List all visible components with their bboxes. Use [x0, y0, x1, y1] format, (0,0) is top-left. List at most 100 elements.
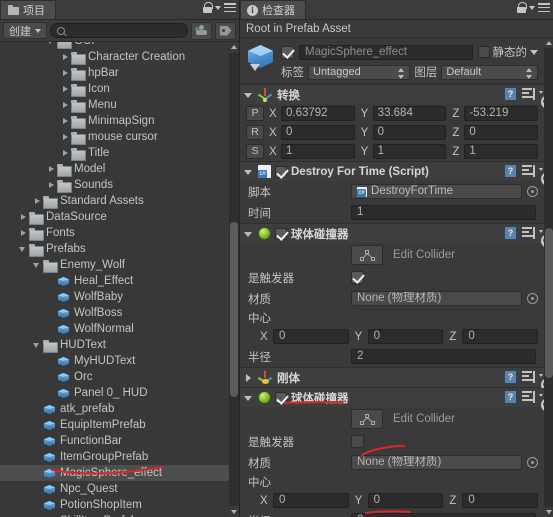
chevron-down-icon[interactable]	[32, 337, 43, 353]
help-book-icon[interactable]: ?	[504, 164, 517, 178]
radius-field[interactable]: 2	[351, 349, 536, 364]
scroll-down-icon[interactable]	[544, 507, 553, 517]
tree-item-icon[interactable]: Icon	[0, 81, 232, 97]
component-enabled-checkbox[interactable]	[275, 227, 287, 240]
chevron-right-icon[interactable]	[60, 49, 71, 65]
tree-item-fonts[interactable]: Fonts	[0, 225, 232, 241]
tree-item-mouse-cursor[interactable]: mouse cursor	[0, 129, 232, 145]
lock-icon[interactable]	[203, 2, 213, 13]
chevron-down-icon[interactable]	[530, 49, 538, 55]
center-field-x[interactable]: 0	[273, 329, 349, 344]
preset-icon[interactable]	[522, 88, 535, 100]
center-field-z[interactable]: 0	[462, 493, 539, 508]
tree-item-skillitemprefab[interactable]: SkillItemPrefab	[0, 513, 232, 517]
tree-item-menu[interactable]: Menu	[0, 97, 232, 113]
tag-dropdown[interactable]: Untagged	[308, 64, 411, 80]
chevron-down-icon[interactable]	[529, 5, 535, 10]
tree-item-magicsphere-effect[interactable]: MagicSphere_effect	[0, 465, 232, 481]
preset-icon[interactable]	[522, 227, 535, 239]
object-picker-icon[interactable]	[527, 293, 538, 304]
filter-by-type-button[interactable]	[191, 21, 212, 40]
gameobject-name-field[interactable]: MagicSphere_effect	[299, 44, 473, 60]
scroll-down-icon[interactable]	[229, 506, 239, 517]
project-scrollbar[interactable]	[229, 42, 239, 517]
edit-collider-button[interactable]	[351, 409, 383, 429]
help-book-icon[interactable]: ?	[504, 226, 517, 240]
search-input[interactable]	[69, 24, 181, 37]
chevron-down-icon[interactable]	[243, 226, 254, 242]
edit-collider-button[interactable]	[351, 245, 383, 265]
transform-field-y[interactable]: 1	[372, 144, 447, 159]
script-object-field[interactable]: DestroyForTime	[351, 184, 522, 199]
material-object-field[interactable]: None (物理材质)	[351, 455, 522, 470]
tree-item-hpbar[interactable]: hpBar	[0, 65, 232, 81]
search-box[interactable]	[50, 23, 188, 38]
center-field-y[interactable]: 0	[367, 493, 444, 508]
tab-project[interactable]: 项目	[0, 0, 56, 19]
tree-item-myhudtext[interactable]: MyHUDText	[0, 353, 232, 369]
tree-item-character-creation[interactable]: Character Creation	[0, 49, 232, 65]
center-field-x[interactable]: 0	[273, 493, 349, 508]
tree-item-potionshopitem[interactable]: PotionShopItem	[0, 497, 232, 513]
transform-row-button[interactable]: S	[246, 144, 264, 159]
component-header-sphere-collider-1[interactable]: 球体碰撞器 ?	[240, 224, 544, 243]
help-book-icon[interactable]: ?	[504, 87, 517, 101]
transform-field-x[interactable]: 0	[281, 125, 355, 140]
transform-field-y[interactable]: 33.684	[372, 106, 447, 121]
preset-icon[interactable]	[522, 371, 535, 383]
is-trigger-checkbox[interactable]	[351, 271, 364, 284]
tree-item-wolfbaby[interactable]: WolfBaby	[0, 289, 232, 305]
transform-field-z[interactable]: 0	[464, 125, 539, 140]
material-object-field[interactable]: None (物理材质)	[351, 291, 522, 306]
is-trigger-checkbox[interactable]	[351, 435, 364, 448]
object-picker-icon[interactable]	[527, 186, 538, 197]
preset-icon[interactable]	[522, 391, 535, 403]
chevron-right-icon[interactable]	[46, 177, 57, 193]
chevron-down-icon[interactable]	[46, 42, 57, 49]
chevron-down-icon[interactable]	[32, 257, 43, 273]
transform-field-z[interactable]: 1	[464, 144, 539, 159]
component-header-destroy-for-time-script[interactable]: Destroy For Time (Script) ?	[240, 162, 544, 181]
tree-item-orc[interactable]: Orc	[0, 369, 232, 385]
tree-item-atk-prefab[interactable]: atk_prefab	[0, 401, 232, 417]
create-button[interactable]: 创建	[3, 22, 47, 39]
static-checkbox[interactable]	[477, 46, 490, 58]
tree-item-npc-quest[interactable]: Npc_Quest	[0, 481, 232, 497]
help-book-icon[interactable]: ?	[504, 390, 517, 404]
time-field[interactable]: 1	[351, 205, 536, 220]
chevron-right-icon[interactable]	[243, 370, 254, 386]
tree-item-wolfboss[interactable]: WolfBoss	[0, 305, 232, 321]
tree-item-title[interactable]: Title	[0, 145, 232, 161]
tree-item-panel-0-hud[interactable]: Panel 0_ HUD	[0, 385, 232, 401]
tree-item-minimapsign[interactable]: MinimapSign	[0, 113, 232, 129]
center-field-y[interactable]: 0	[367, 329, 444, 344]
tree-item-sounds[interactable]: Sounds	[0, 177, 232, 193]
transform-row-button[interactable]: P	[246, 106, 264, 121]
object-picker-icon[interactable]	[527, 457, 538, 468]
chevron-right-icon[interactable]	[60, 81, 71, 97]
tree-item-enemy-wolf[interactable]: Enemy_Wolf	[0, 257, 232, 273]
transform-field-z[interactable]: -53.219	[464, 106, 539, 121]
chevron-down-icon[interactable]	[18, 241, 29, 257]
scroll-up-icon[interactable]	[229, 42, 239, 53]
component-header-transform[interactable]: 转换 ?	[240, 85, 544, 104]
transform-row-button[interactable]: R	[246, 125, 264, 140]
chevron-right-icon[interactable]	[18, 209, 29, 225]
scrollbar-thumb[interactable]	[544, 228, 553, 378]
chevron-right-icon[interactable]	[18, 225, 29, 241]
component-enabled-checkbox[interactable]	[275, 391, 287, 404]
help-book-icon[interactable]: ?	[504, 370, 517, 384]
transform-field-x[interactable]: 0.63792	[281, 106, 355, 121]
component-header-rigidbody[interactable]: 刚体 ?	[240, 368, 544, 387]
hamburger-menu-icon[interactable]	[538, 3, 550, 12]
tree-item-equipitemprefab[interactable]: EquipItemPrefab	[0, 417, 232, 433]
gameobject-enabled-checkbox[interactable]	[281, 45, 294, 59]
chevron-right-icon[interactable]	[60, 113, 71, 129]
tree-item-model[interactable]: Model	[0, 161, 232, 177]
tree-item-standard-assets[interactable]: Standard Assets	[0, 193, 232, 209]
chevron-right-icon[interactable]	[32, 193, 43, 209]
tree-item-datasource[interactable]: DataSource	[0, 209, 232, 225]
tab-inspector[interactable]: i 检查器	[240, 0, 306, 19]
chevron-right-icon[interactable]	[60, 97, 71, 113]
chevron-down-icon[interactable]	[243, 164, 254, 180]
